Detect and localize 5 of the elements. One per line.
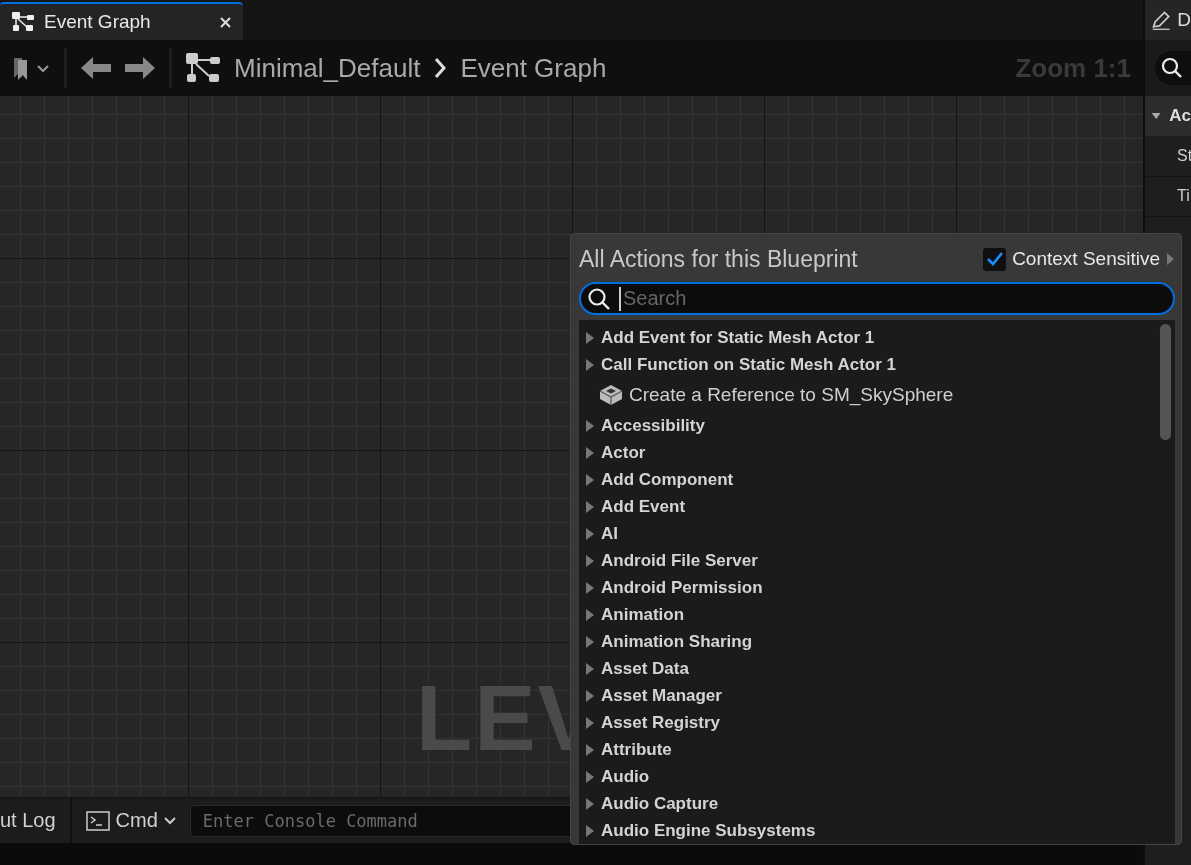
- tab-title: Event Graph: [44, 11, 152, 33]
- menu-title: All Actions for this Blueprint: [579, 245, 859, 273]
- property-row: Ti: [1145, 176, 1191, 217]
- panel-title: D: [1177, 9, 1191, 31]
- section-title: Ac: [1169, 106, 1191, 126]
